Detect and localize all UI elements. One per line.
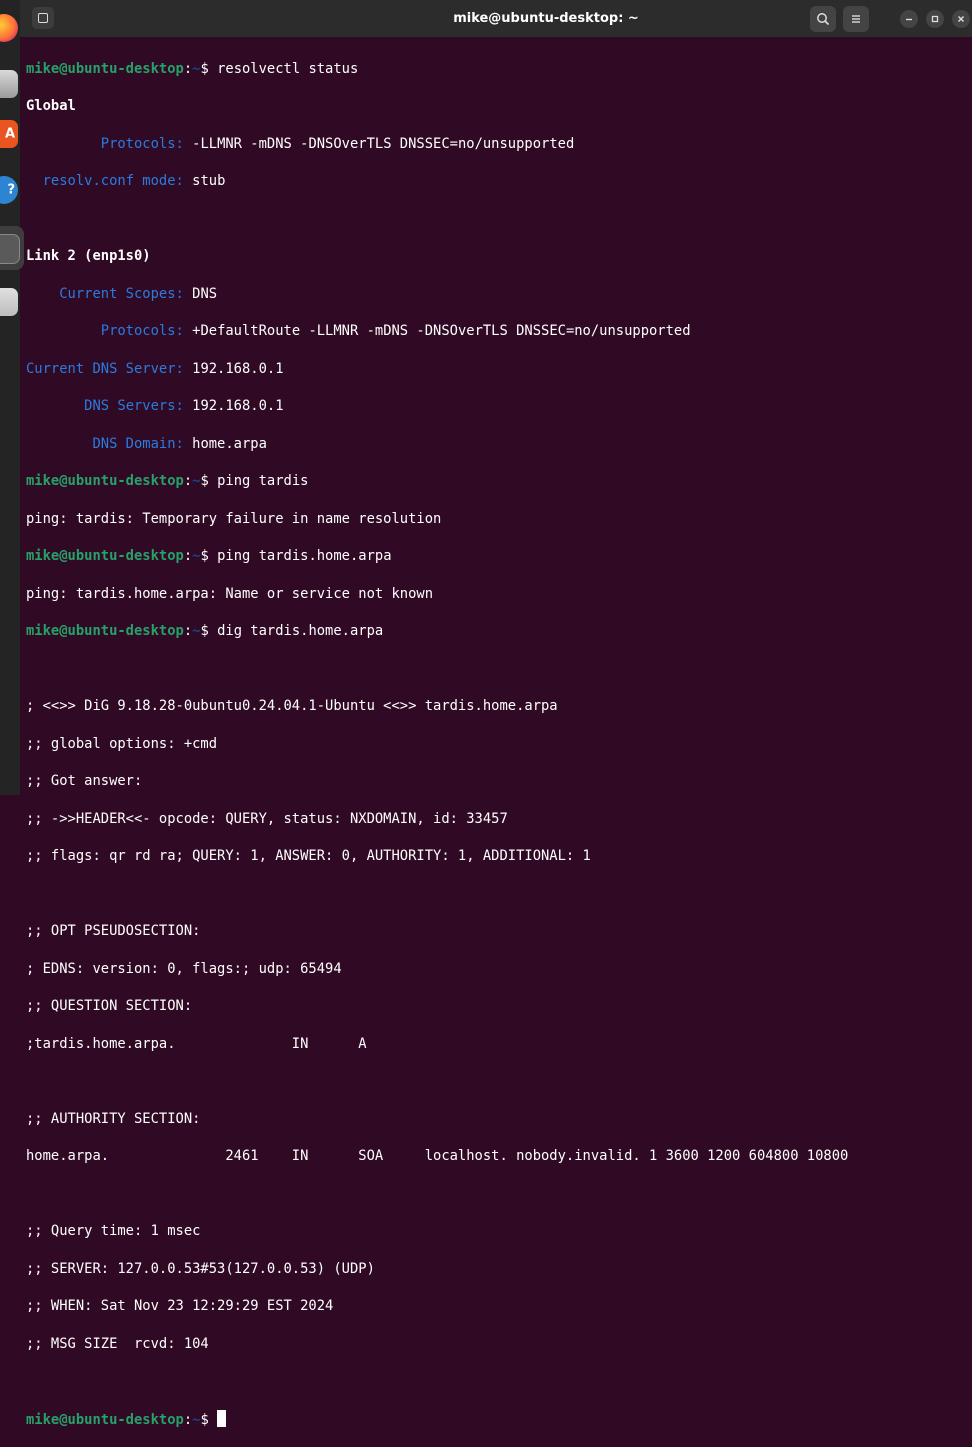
dig-output-line: ;; MSG SIZE rcvd: 104 — [26, 1335, 209, 1352]
output-line: Current Scopes: DNS — [26, 285, 972, 304]
output-line: Protocols: +DefaultRoute -LLMNR -mDNS -D… — [26, 322, 972, 341]
search-icon — [817, 13, 830, 26]
output-line: DNS Servers: 192.168.0.1 — [26, 397, 972, 416]
help-icon[interactable]: ? — [0, 176, 18, 204]
prompt-symbol: $ — [200, 60, 218, 77]
firefox-icon[interactable] — [0, 14, 18, 42]
dig-output-line: ;; Query time: 1 msec — [26, 1223, 201, 1240]
prompt-user: mike@ubuntu-desktop — [26, 1411, 184, 1428]
terminal-output[interactable]: mike@ubuntu-desktop:~$ resolvectl status… — [26, 41, 972, 1428]
text-cursor — [217, 1409, 227, 1427]
minimize-button[interactable] — [900, 10, 918, 28]
prompt-line: mike@ubuntu-desktop:~$ dig tardis.home.a… — [26, 622, 972, 641]
field-key: Protocols: — [100, 323, 184, 340]
field-value: 192.168.0.1 — [183, 360, 284, 377]
prompt-sep: : — [183, 60, 193, 77]
field-key: Protocols: — [100, 135, 184, 152]
dig-output-line: ;; Got answer: — [26, 773, 143, 790]
prompt-symbol: $ — [200, 473, 218, 490]
maximize-icon — [931, 15, 939, 23]
prompt-symbol: $ — [200, 623, 218, 640]
prompt-user: mike@ubuntu-desktop — [26, 623, 184, 640]
section-header: Global — [26, 98, 76, 115]
field-key: Current DNS Server: — [26, 360, 184, 377]
command-text: ping tardis — [217, 473, 309, 490]
output-line: Current DNS Server: 192.168.0.1 — [26, 360, 972, 379]
dig-output-line: home.arpa. 2461 IN SOA localhost. nobody… — [26, 1148, 849, 1165]
prompt-sep: : — [183, 1411, 193, 1428]
app-center-icon[interactable]: A — [0, 120, 18, 148]
hamburger-menu-icon — [852, 15, 860, 23]
field-value: home.arpa — [183, 435, 267, 452]
dig-output-line: ; <<>> DiG 9.18.28-0ubuntu0.24.04.1-Ubun… — [26, 698, 558, 715]
prompt-line: mike@ubuntu-desktop:~$ ping tardis.home.… — [26, 547, 972, 566]
maximize-button[interactable] — [926, 10, 944, 28]
menu-button[interactable] — [843, 6, 869, 32]
field-value: -LLMNR -mDNS -DNSOverTLS DNSSEC=no/unsup… — [183, 135, 575, 152]
prompt-symbol: $ — [200, 1411, 218, 1428]
output-line: ping: tardis.home.arpa: Name or service … — [26, 585, 434, 602]
output-line: resolv.conf mode: stub — [26, 172, 972, 191]
prompt-user: mike@ubuntu-desktop — [26, 60, 184, 77]
prompt-sep: : — [183, 623, 193, 640]
command-text: resolvectl status — [217, 60, 359, 77]
section-header: Link 2 (enp1s0) — [26, 248, 151, 265]
minimize-icon — [906, 18, 912, 21]
field-key: DNS Domain: — [92, 435, 184, 452]
terminal-icon[interactable] — [0, 234, 20, 264]
command-text: dig tardis.home.arpa — [217, 623, 384, 640]
dig-output-line: ; EDNS: version: 0, flags:; udp: 65494 — [26, 960, 342, 977]
command-text: ping tardis.home.arpa — [217, 548, 392, 565]
dig-output-line: ;; SERVER: 127.0.0.53#53(127.0.0.53) (UD… — [26, 1260, 375, 1277]
prompt-symbol: $ — [200, 548, 218, 565]
field-value: stub — [183, 173, 226, 190]
dig-output-line: ;tardis.home.arpa. IN A — [26, 1035, 367, 1052]
prompt-line: mike@ubuntu-desktop:~$ ping tardis — [26, 472, 972, 491]
field-key: resolv.conf mode: — [42, 173, 184, 190]
field-value: +DefaultRoute -LLMNR -mDNS -DNSOverTLS D… — [183, 323, 691, 340]
dig-output-line: ;; ->>HEADER<<- opcode: QUERY, status: N… — [26, 810, 508, 827]
field-key: DNS Servers: — [84, 398, 184, 415]
dig-output-line: ;; AUTHORITY SECTION: — [26, 1110, 201, 1127]
output-line: DNS Domain: home.arpa — [26, 435, 972, 454]
trash-icon[interactable] — [0, 288, 18, 316]
dig-output-line: ;; flags: qr rd ra; QUERY: 1, ANSWER: 0,… — [26, 848, 591, 865]
dig-output-line: ;; WHEN: Sat Nov 23 12:29:29 EST 2024 — [26, 1298, 334, 1315]
dig-output-line: ;; OPT PSEUDOSECTION: — [26, 923, 201, 940]
terminal-header-bar: mike@ubuntu-desktop: ~ — [20, 0, 972, 37]
output-line: ping: tardis: Temporary failure in name … — [26, 510, 442, 527]
field-value: 192.168.0.1 — [183, 398, 284, 415]
close-icon — [958, 16, 964, 22]
dig-output-line: ;; QUESTION SECTION: — [26, 998, 193, 1015]
close-button[interactable] — [952, 10, 970, 28]
prompt-user: mike@ubuntu-desktop — [26, 473, 184, 490]
prompt-sep: : — [183, 473, 193, 490]
prompt-sep: : — [183, 548, 193, 565]
prompt-user: mike@ubuntu-desktop — [26, 548, 184, 565]
files-icon[interactable] — [0, 70, 18, 98]
dig-output-line: ;; global options: +cmd — [26, 735, 218, 752]
field-key: Current Scopes: — [59, 285, 184, 302]
prompt-path: ~ — [192, 1411, 201, 1428]
search-button[interactable] — [810, 6, 836, 32]
prompt-line: mike@ubuntu-desktop:~$ resolvectl status — [26, 60, 972, 79]
prompt-line: mike@ubuntu-desktop:~$ — [26, 1409, 972, 1429]
dock: A ? — [0, 0, 24, 795]
field-value: DNS — [183, 285, 218, 302]
output-line: Protocols: -LLMNR -mDNS -DNSOverTLS DNSS… — [26, 135, 972, 154]
